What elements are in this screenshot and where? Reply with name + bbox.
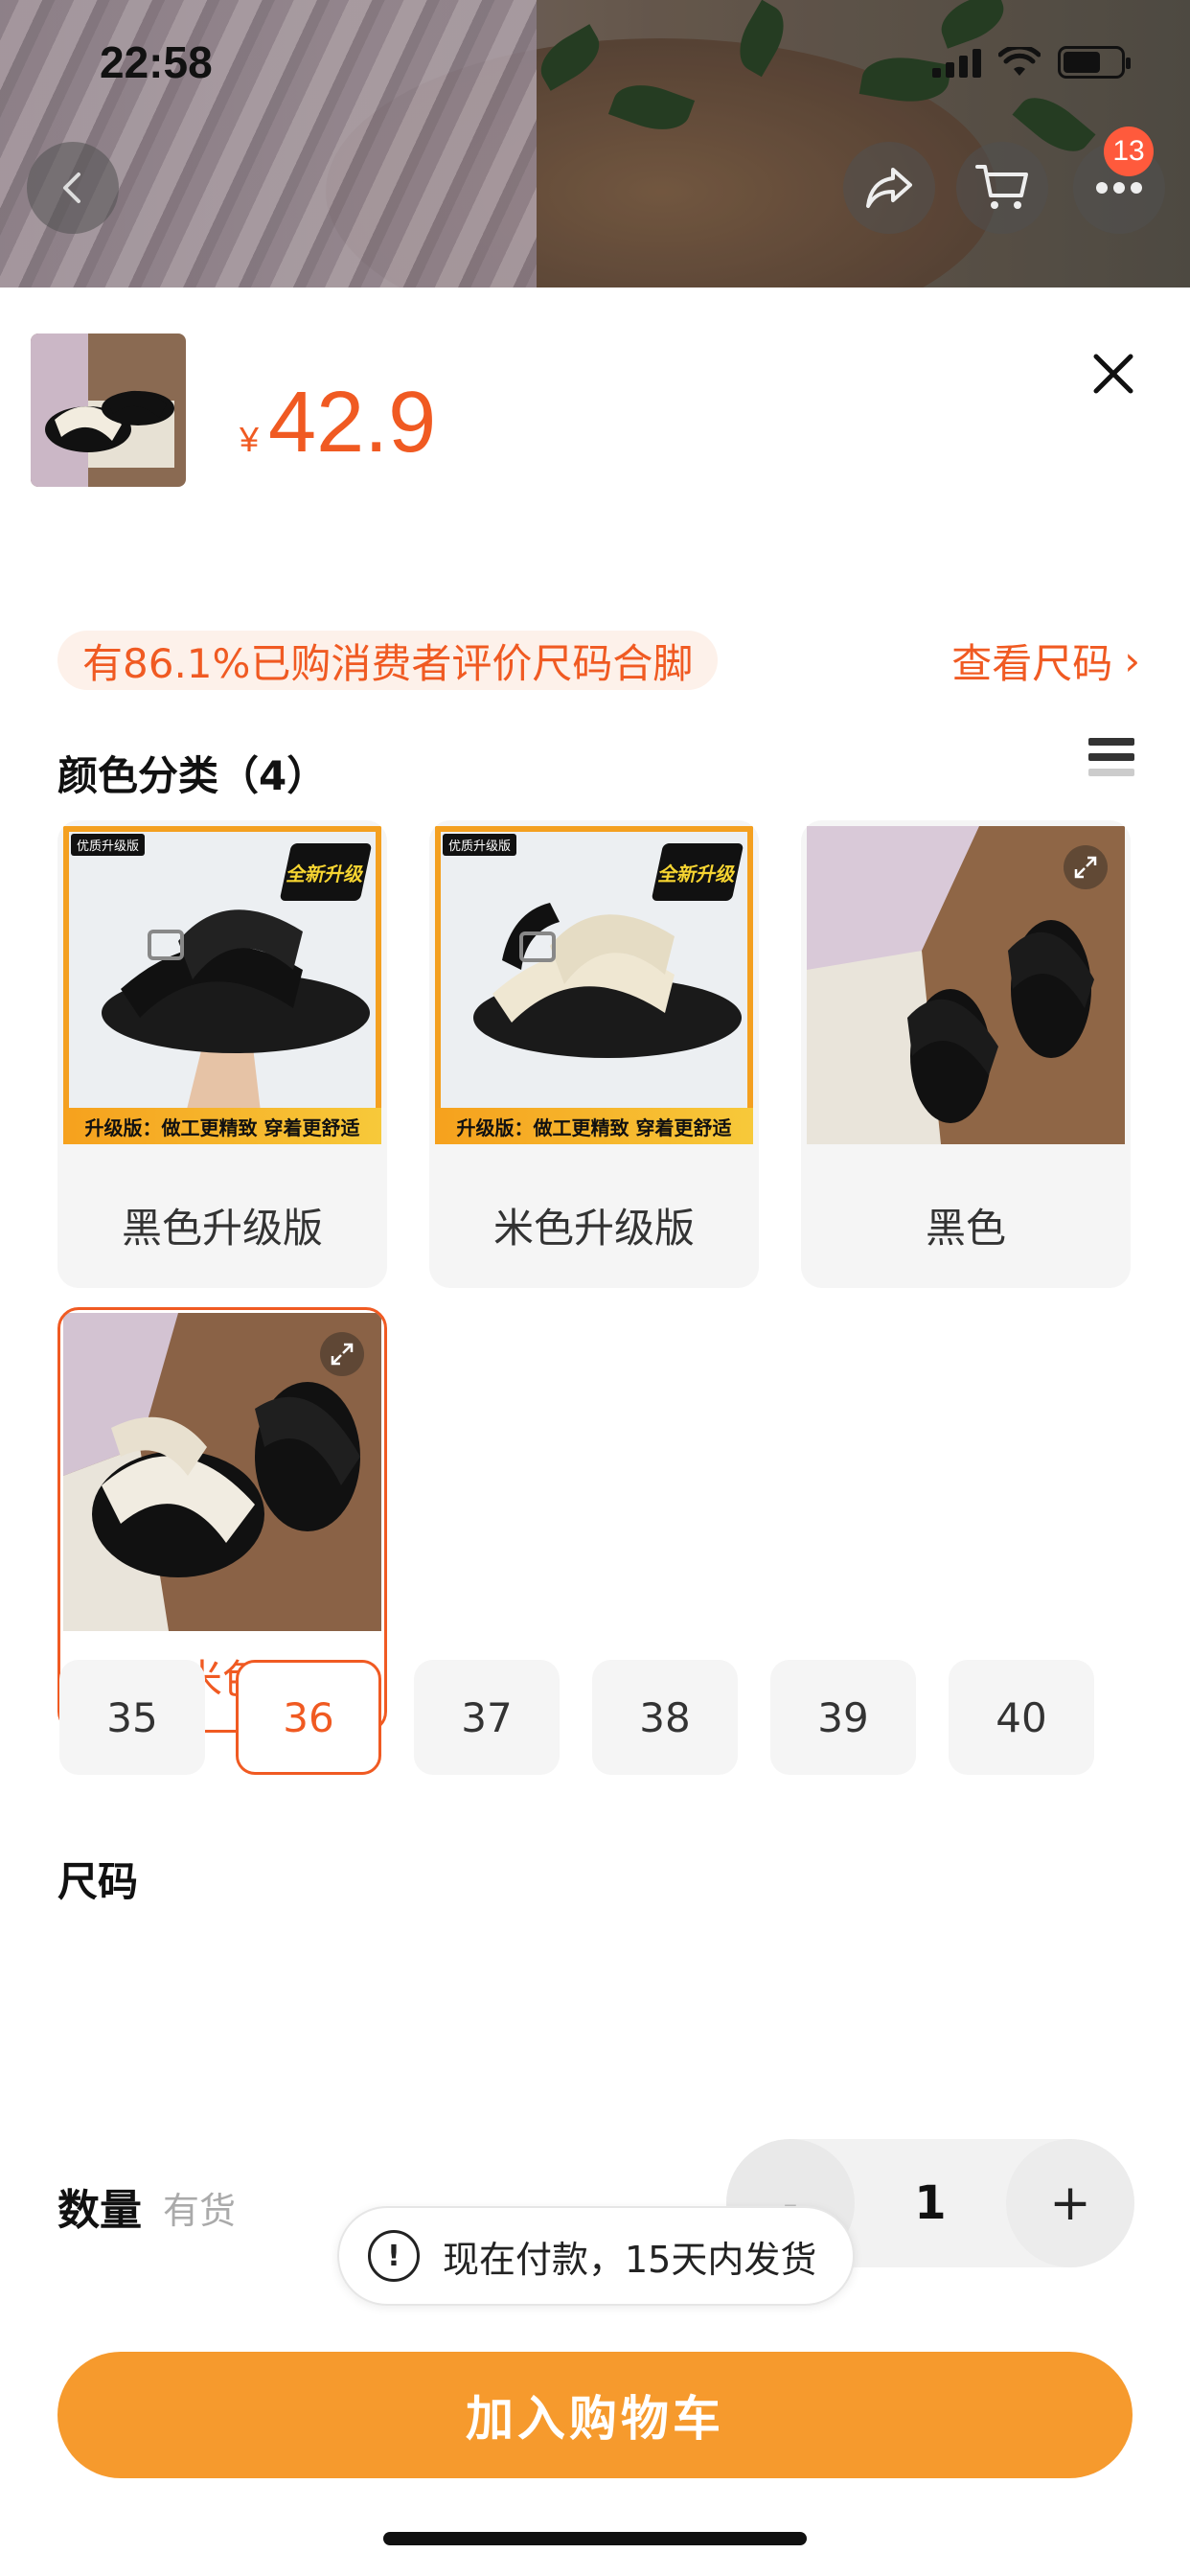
color-option-image (63, 1313, 381, 1631)
quantity-label: 数量 (57, 2186, 142, 2235)
size-option-37[interactable]: 37 (414, 1660, 560, 1775)
upgrade-tag: 优质升级版 (443, 834, 517, 856)
color-section-title: 颜色分类（4） (57, 752, 328, 799)
color-option-image: 优质升级版 全新升级 升级版：做工更精致 穿着更舒适 (63, 826, 381, 1144)
size-chart-link-label: 查看尺码 (951, 639, 1113, 687)
share-button[interactable] (843, 142, 935, 234)
upgrade-tag: 优质升级版 (71, 834, 146, 856)
upgrade-banner: 升级版：做工更精致 穿着更舒适 (435, 1108, 753, 1144)
size-option-40[interactable]: 40 (949, 1660, 1094, 1775)
color-option-label: 黑色 (925, 1205, 1006, 1252)
back-button[interactable] (27, 142, 119, 234)
size-fit-note: 有86.1%已购消费者评价尺码合脚 (57, 631, 719, 690)
home-indicator (383, 2532, 807, 2545)
shipping-toast: ! 现在付款，15天内发货 (337, 2206, 855, 2306)
status-time: 22:58 (100, 37, 213, 87)
price-value: 42.9 (268, 375, 437, 471)
share-icon (866, 168, 912, 208)
wifi-icon (998, 47, 1041, 76)
product-thumbnail[interactable] (31, 334, 186, 487)
price: ¥ 42.9 (240, 374, 436, 472)
cart-count-badge: 13 (1104, 126, 1154, 176)
list-view-icon[interactable] (1088, 738, 1134, 784)
chevron-left-icon (63, 172, 80, 203)
color-option-image (807, 826, 1125, 1144)
close-icon (1093, 354, 1133, 394)
size-option-38[interactable]: 38 (592, 1660, 738, 1775)
cart-icon (975, 165, 1028, 209)
stock-status: 有货 (163, 2190, 237, 2232)
chevron-right-icon: › (1124, 636, 1140, 684)
upgrade-star-badge: 全新升级 (279, 843, 373, 901)
size-option-35[interactable]: 35 (59, 1660, 205, 1775)
close-button[interactable] (1083, 343, 1144, 404)
color-option-label: 米色升级版 (492, 1205, 695, 1252)
color-option-black-upgrade[interactable]: 优质升级版 全新升级 升级版：做工更精致 穿着更舒适 黑色升级版 (57, 820, 387, 1288)
color-option-black[interactable]: 黑色 (801, 820, 1131, 1288)
signal-icon (932, 47, 981, 78)
size-section-title: 尺码 (57, 1858, 139, 1905)
add-to-cart-button[interactable]: 加入购物车 (57, 2352, 1133, 2478)
quantity-value: 1 (914, 2176, 947, 2230)
size-option-36[interactable]: 36 (236, 1660, 381, 1775)
color-option-beige-upgrade[interactable]: 优质升级版 全新升级 升级版：做工更精致 穿着更舒适 米色升级版 (429, 820, 759, 1288)
upgrade-banner: 升级版：做工更精致 穿着更舒适 (63, 1108, 381, 1144)
size-chart-link[interactable]: 查看尺码 › (951, 631, 1140, 690)
upgrade-star-badge: 全新升级 (651, 843, 744, 901)
expand-icon (331, 1343, 354, 1366)
info-icon: ! (368, 2230, 420, 2282)
battery-icon (1058, 46, 1131, 79)
status-icons (932, 46, 1131, 79)
color-option-image: 优质升级版 全新升级 升级版：做工更精致 穿着更舒适 (435, 826, 753, 1144)
expand-icon (1074, 856, 1097, 879)
expand-image-button[interactable] (320, 1332, 364, 1376)
currency-symbol: ¥ (240, 420, 260, 459)
increment-button[interactable]: + (1006, 2139, 1134, 2267)
toast-text: 现在付款，15天内发货 (443, 2238, 817, 2281)
more-dots-icon (1096, 182, 1142, 194)
size-option-39[interactable]: 39 (770, 1660, 916, 1775)
expand-image-button[interactable] (1064, 845, 1108, 889)
color-option-label: 黑色升级版 (121, 1205, 323, 1252)
cart-button[interactable] (956, 142, 1048, 234)
